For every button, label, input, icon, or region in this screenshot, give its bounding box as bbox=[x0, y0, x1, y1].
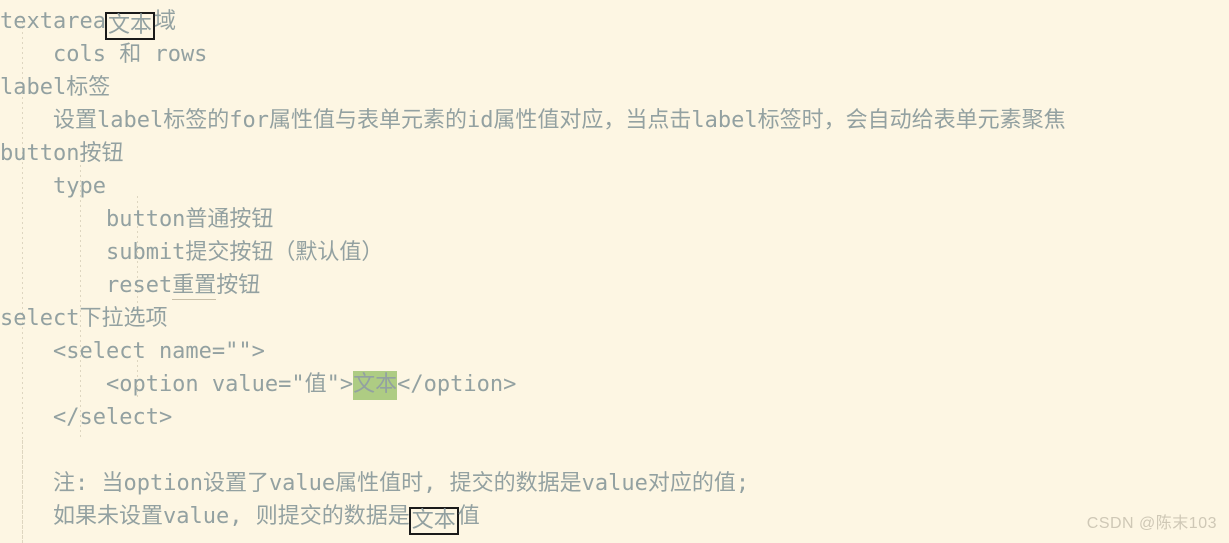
code-line-type-submit: submit提交按钮（默认值） bbox=[0, 240, 384, 265]
code-text: <option value="值"> bbox=[0, 372, 354, 397]
code-text: 域 bbox=[153, 9, 176, 34]
code-line-cols-rows: cols 和 rows bbox=[0, 42, 208, 67]
code-line-textarea: textarea文本域 bbox=[0, 5, 1229, 40]
code-block: textarea文本域 cols 和 rows label标签 设置label标… bbox=[0, 0, 1229, 535]
code-line-label: label标签 bbox=[0, 75, 111, 100]
code-text: textarea bbox=[0, 9, 106, 34]
code-line-type-button: button普通按钮 bbox=[0, 207, 274, 232]
code-line-select-close-tag: </select> bbox=[0, 405, 173, 430]
underlined-text-reset: 重置 bbox=[172, 273, 217, 300]
boxed-annotation-option-text: 文本 bbox=[408, 507, 459, 535]
code-line-option-tag: <option value="值">文本</option> bbox=[0, 368, 1229, 401]
highlighted-text-option: 文本 bbox=[353, 371, 398, 400]
boxed-annotation-textarea: 文本 bbox=[104, 12, 155, 40]
code-line-button: button按钮 bbox=[0, 141, 124, 166]
code-screenshot: textarea文本域 cols 和 rows label标签 设置label标… bbox=[0, 0, 1229, 543]
code-text: </option> bbox=[397, 372, 517, 397]
code-line-type-reset: reset重置按钮 bbox=[0, 269, 1229, 302]
code-line-select: select下拉选项 bbox=[0, 306, 168, 331]
code-text: 值 bbox=[457, 504, 480, 529]
code-line-select-open-tag: <select name=""> bbox=[0, 339, 265, 364]
csdn-watermark: CSDN @陈末103 bbox=[1086, 515, 1217, 532]
code-text: 如果未设置value, 则提交的数据是 bbox=[0, 504, 410, 529]
code-line-label-desc: 设置label标签的for属性值与表单元素的id属性值对应，当点击label标签… bbox=[0, 108, 1066, 133]
code-text: 按钮 bbox=[216, 273, 261, 298]
code-line-note-2: 如果未设置value, 则提交的数据是文本值 bbox=[0, 500, 1229, 535]
code-line-note-1: 注: 当option设置了value属性值时, 提交的数据是value对应的值; bbox=[0, 471, 750, 496]
code-line-type: type bbox=[0, 174, 106, 199]
code-text: reset bbox=[0, 273, 173, 298]
